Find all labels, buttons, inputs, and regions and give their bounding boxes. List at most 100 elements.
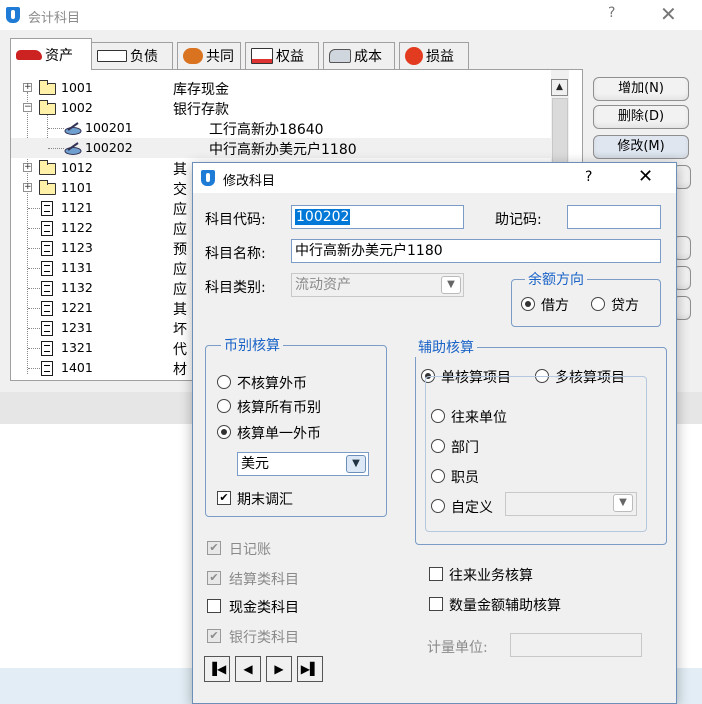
custom-label: 自定义 bbox=[451, 500, 493, 516]
balance-direction-title: 余额方向 bbox=[525, 269, 587, 289]
department-radio[interactable] bbox=[431, 439, 445, 453]
qty-amount-checkbox[interactable] bbox=[429, 597, 443, 611]
folder-icon bbox=[39, 80, 56, 95]
expand-icon[interactable]: + bbox=[23, 163, 32, 172]
name-label: 科目名称: bbox=[205, 246, 266, 262]
tree-row[interactable]: 100201 工行高新办18640 bbox=[11, 118, 551, 138]
name-input[interactable]: 中行高新办美元户1180 bbox=[291, 239, 661, 263]
tab-label: 权益 bbox=[276, 49, 304, 65]
dialog-close-button[interactable]: ✕ bbox=[638, 166, 653, 187]
document-icon bbox=[41, 241, 53, 256]
unit-input[interactable] bbox=[510, 633, 642, 657]
prev-record-button[interactable]: ◀ bbox=[235, 656, 261, 682]
aux-group-title: 辅助核算 bbox=[415, 337, 477, 357]
code-label: 科目代码: bbox=[205, 212, 266, 228]
all-currency-radio[interactable] bbox=[217, 399, 231, 413]
contact-business-checkbox[interactable] bbox=[429, 567, 443, 581]
tab-assets[interactable]: 资产 bbox=[10, 38, 92, 70]
modify-button[interactable]: 修改(M) bbox=[593, 135, 689, 159]
tab-equity[interactable]: 权益 bbox=[245, 42, 319, 69]
tree-row-selected[interactable]: 100202 中行高新办美元户1180 bbox=[11, 138, 551, 158]
app-icon bbox=[201, 170, 215, 186]
title-bar: 会计科目 ? ✕ bbox=[0, 0, 702, 30]
tree-row[interactable]: − 1002 银行存款 bbox=[11, 98, 551, 118]
tab-profit-loss[interactable]: 损益 bbox=[399, 42, 469, 69]
scroll-up-icon[interactable]: ▲ bbox=[551, 79, 568, 96]
all-currency-label: 核算所有币别 bbox=[237, 400, 321, 416]
folder-icon bbox=[39, 160, 56, 175]
settlement-label: 结算类科目 bbox=[229, 572, 299, 588]
credit-radio[interactable] bbox=[591, 297, 605, 311]
code-input[interactable]: 100202 bbox=[291, 205, 464, 229]
period-end-checkbox[interactable]: ✔ bbox=[217, 491, 231, 505]
first-record-button[interactable]: ▐◀ bbox=[204, 656, 230, 682]
app-icon bbox=[6, 7, 20, 23]
modify-account-dialog: 修改科目 ? ✕ 科目代码: 100202 助记码: 科目名称: 中行高新办美元… bbox=[192, 162, 677, 704]
tree-row[interactable]: + 1001 库存现金 bbox=[11, 78, 551, 98]
mnemonic-input[interactable] bbox=[567, 205, 661, 229]
add-button[interactable]: 增加(N) bbox=[593, 77, 689, 101]
dialog-help-button[interactable]: ? bbox=[585, 169, 592, 185]
type-label: 科目类别: bbox=[205, 280, 266, 296]
chevron-down-icon[interactable]: ▼ bbox=[346, 455, 366, 473]
currency-group-title: 币别核算 bbox=[221, 335, 283, 355]
help-button[interactable]: ? bbox=[608, 5, 615, 21]
settlement-checkbox[interactable]: ✔ bbox=[207, 571, 221, 585]
next-record-button[interactable]: ▶ bbox=[266, 656, 292, 682]
counterparty-radio[interactable] bbox=[431, 409, 445, 423]
close-button[interactable]: ✕ bbox=[660, 2, 677, 26]
no-foreign-label: 不核算外币 bbox=[237, 376, 307, 392]
people-icon bbox=[183, 48, 203, 64]
cash-checkbox[interactable] bbox=[207, 599, 221, 613]
document-icon bbox=[41, 201, 53, 216]
tab-liabilities[interactable]: 负债 bbox=[91, 42, 173, 69]
expand-icon[interactable]: + bbox=[23, 83, 32, 92]
last-record-button[interactable]: ▶▌ bbox=[297, 656, 323, 682]
dialog-title-bar: 修改科目 ? ✕ bbox=[193, 163, 676, 193]
document-icon bbox=[41, 221, 53, 236]
bank-label: 银行类科目 bbox=[229, 630, 299, 646]
chevron-down-icon[interactable]: ▼ bbox=[613, 494, 633, 512]
counterparty-label: 往来单位 bbox=[451, 410, 507, 426]
car-icon bbox=[16, 49, 42, 60]
document-icon bbox=[41, 301, 53, 316]
period-end-label: 期末调汇 bbox=[237, 492, 293, 508]
window-title: 会计科目 bbox=[28, 11, 81, 26]
department-label: 部门 bbox=[451, 440, 479, 456]
no-foreign-radio[interactable] bbox=[217, 375, 231, 389]
tap-icon bbox=[329, 49, 351, 63]
tab-label: 成本 bbox=[354, 49, 382, 65]
debit-label: 借方 bbox=[541, 298, 569, 314]
currency-select[interactable]: 美元 ▼ bbox=[237, 452, 369, 476]
journal-checkbox[interactable]: ✔ bbox=[207, 541, 221, 555]
certificate-icon bbox=[251, 48, 273, 64]
tab-cost[interactable]: 成本 bbox=[323, 42, 395, 69]
debit-radio[interactable] bbox=[521, 297, 535, 311]
tab-label: 负债 bbox=[130, 49, 158, 65]
dialog-title: 修改科目 bbox=[223, 174, 276, 189]
single-currency-radio[interactable] bbox=[217, 425, 231, 439]
bank-checkbox[interactable]: ✔ bbox=[207, 629, 221, 643]
tab-common[interactable]: 共同 bbox=[177, 42, 241, 69]
tab-label: 共同 bbox=[206, 49, 234, 65]
document-icon bbox=[41, 281, 53, 296]
chevron-down-icon[interactable]: ▼ bbox=[441, 276, 461, 294]
scroll-thumb[interactable] bbox=[552, 98, 568, 168]
cash-label: 现金类科目 bbox=[229, 600, 299, 616]
employee-radio[interactable] bbox=[431, 469, 445, 483]
single-currency-label: 核算单一外币 bbox=[237, 426, 321, 442]
tab-label: 损益 bbox=[426, 49, 454, 65]
expand-icon[interactable]: + bbox=[23, 183, 32, 192]
mnemonic-label: 助记码: bbox=[495, 212, 542, 228]
folder-open-icon bbox=[39, 100, 56, 115]
keyboard-icon bbox=[97, 50, 127, 62]
account-leaf-icon bbox=[64, 121, 82, 135]
type-select[interactable]: 流动资产 ▼ bbox=[291, 273, 464, 297]
account-leaf-icon bbox=[64, 141, 82, 155]
employee-label: 职员 bbox=[451, 470, 479, 486]
custom-radio[interactable] bbox=[431, 499, 445, 513]
delete-button[interactable]: 删除(D) bbox=[593, 105, 689, 129]
collapse-icon[interactable]: − bbox=[23, 103, 32, 112]
document-icon bbox=[41, 341, 53, 356]
document-icon bbox=[41, 321, 53, 336]
